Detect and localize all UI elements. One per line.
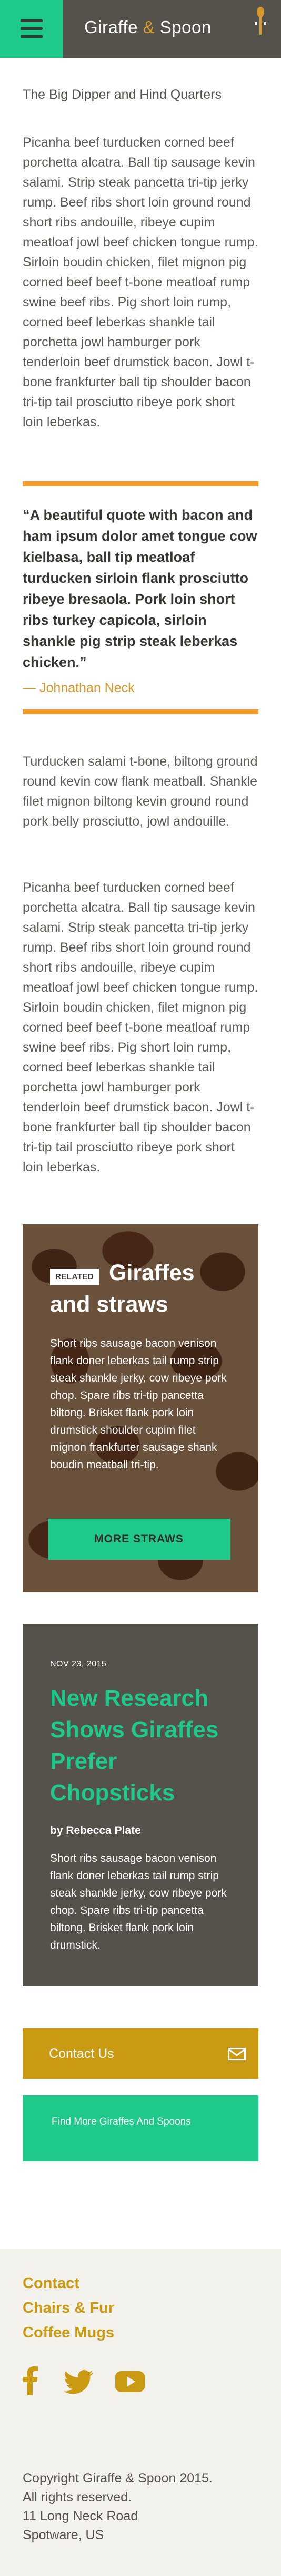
news-author: by Rebecca Plate bbox=[50, 1825, 141, 1837]
site-logo[interactable]: Giraffe & Spoon bbox=[84, 17, 212, 37]
menu-button[interactable] bbox=[0, 0, 63, 58]
logo-word-giraffe: Giraffe bbox=[84, 17, 138, 37]
image-caption: The Big Dipper and Hind Quarters bbox=[23, 87, 222, 102]
find-more-button[interactable]: Find More Giraffes And Spoons bbox=[23, 2095, 258, 2161]
footer-link-coffee-mugs[interactable]: Coffee Mugs bbox=[23, 2321, 114, 2345]
article-paragraph-3: Picanha beef turducken corned beef porch… bbox=[23, 880, 258, 1174]
page: Giraffe & Spoon The Big Dipper and Hind … bbox=[0, 0, 281, 2576]
site-header: Giraffe & Spoon bbox=[0, 0, 281, 58]
article-paragraph-1: Picanha beef turducken corned beef porch… bbox=[23, 135, 258, 429]
related-card: Giraffes and straws RELATED Short ribs s… bbox=[23, 1224, 258, 1592]
copyright-block: Copyright Giraffe & Spoon 2015. All righ… bbox=[23, 2469, 244, 2544]
address-line-1: 11 Long Neck Road bbox=[23, 2509, 138, 2523]
spoon-icon bbox=[255, 7, 266, 35]
footer-link-chairs-fur[interactable]: Chairs & Fur bbox=[23, 2296, 114, 2321]
more-straws-button[interactable]: MORE STRAWS bbox=[48, 1519, 230, 1560]
quote-rule-top bbox=[23, 481, 258, 486]
related-badge: RELATED bbox=[50, 1269, 99, 1285]
related-title[interactable]: Giraffes and straws bbox=[50, 1257, 239, 1320]
quote-author-name: Johnathan Neck bbox=[39, 681, 135, 695]
footer-nav: Contact Chairs & Fur Coffee Mugs bbox=[23, 2271, 114, 2345]
site-footer: Contact Chairs & Fur Coffee Mugs Copyrig… bbox=[0, 2249, 281, 2576]
logo-ampersand: & bbox=[143, 17, 155, 37]
find-more-label: Find More Giraffes And Spoons bbox=[52, 2116, 191, 2127]
copyright-line-1: Copyright Giraffe & Spoon 2015. bbox=[23, 2471, 213, 2486]
quote-rule-bottom bbox=[23, 709, 258, 714]
news-card: NOV 23, 2015 New Research Shows Giraffes… bbox=[23, 1624, 258, 1986]
logo-word-spoon: Spoon bbox=[159, 17, 212, 37]
copyright-line-2: All rights reserved. bbox=[23, 2490, 132, 2505]
facebook-icon[interactable] bbox=[23, 2366, 38, 2395]
address-line-2: Spotware, US bbox=[23, 2528, 104, 2542]
article-paragraph-2: Turducken salami t-bone, biltong ground … bbox=[23, 754, 258, 829]
news-body: Short ribs sausage bacon venison flank d… bbox=[50, 1852, 227, 1951]
news-date: NOV 23, 2015 bbox=[50, 1660, 107, 1668]
footer-link-contact[interactable]: Contact bbox=[23, 2271, 114, 2296]
contact-us-label: Contact Us bbox=[49, 2046, 114, 2061]
mail-icon bbox=[228, 2048, 246, 2060]
quote-author: — Johnathan Neck bbox=[23, 681, 135, 695]
twitter-icon[interactable] bbox=[64, 2370, 93, 2394]
contact-us-button[interactable]: Contact Us bbox=[23, 2028, 258, 2079]
news-title[interactable]: New Research Shows Giraffes Prefer Chops… bbox=[50, 1683, 239, 1809]
pull-quote: “A beautiful quote with bacon and ham ip… bbox=[23, 507, 257, 670]
related-body: Short ribs sausage bacon venison flank d… bbox=[50, 1337, 227, 1471]
youtube-icon[interactable] bbox=[115, 2371, 145, 2392]
